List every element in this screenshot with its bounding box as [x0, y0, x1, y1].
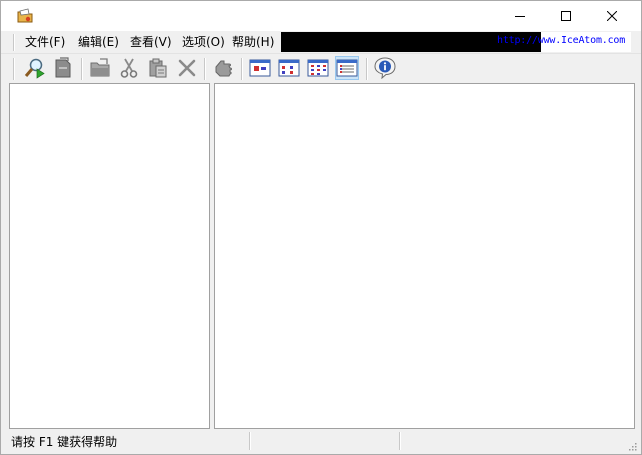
title-bar[interactable] [1, 1, 641, 31]
menu-file[interactable]: 文件(F) [23, 34, 67, 51]
toolbar-separator [366, 58, 368, 80]
small-icons-view-icon [278, 59, 300, 77]
search-icon [24, 58, 45, 79]
small-icons-view-button[interactable] [277, 56, 301, 80]
close-icon [607, 11, 617, 21]
app-window: 文件(F) 编辑(E) 查看(V) 选项(O) 帮助(H) http://www… [0, 0, 642, 455]
delete-button[interactable] [175, 56, 199, 80]
toolbar-grip[interactable] [13, 58, 15, 80]
toolbar [1, 53, 641, 83]
menu-bar: 文件(F) 编辑(E) 查看(V) 选项(O) 帮助(H) http://www… [1, 31, 641, 53]
info-icon [374, 57, 396, 79]
website-link[interactable]: http://www.IceAtom.com [497, 35, 625, 46]
about-button[interactable] [373, 56, 397, 80]
properties-button[interactable] [211, 56, 235, 80]
list-view-button[interactable] [306, 56, 330, 80]
cut-button[interactable] [117, 56, 141, 80]
close-button[interactable] [589, 1, 635, 31]
minimize-button[interactable] [497, 1, 543, 31]
maximize-icon [561, 11, 571, 21]
scissors-icon [120, 58, 138, 78]
menu-help[interactable]: 帮助(H) [230, 34, 276, 51]
maximize-button[interactable] [543, 1, 589, 31]
open-folder-button[interactable] [88, 56, 112, 80]
paste-icon [149, 58, 167, 78]
app-icon[interactable] [17, 8, 33, 24]
menu-view[interactable]: 查看(V) [128, 34, 174, 51]
tree-pane[interactable] [9, 83, 210, 429]
hand-icon [215, 60, 232, 77]
status-bar-divider [399, 432, 401, 450]
details-view-button[interactable] [335, 56, 359, 80]
delete-icon [178, 59, 196, 77]
document-icon [55, 57, 71, 78]
status-bar-divider [249, 432, 251, 450]
list-view-icon [307, 59, 329, 77]
status-bar: 请按 F1 键获得帮助 [1, 430, 641, 454]
resize-grip-icon[interactable] [627, 441, 637, 451]
status-text: 请按 F1 键获得帮助 [11, 435, 118, 449]
large-icons-view-icon [249, 59, 271, 77]
menu-bar-grip[interactable] [13, 34, 15, 51]
minimize-icon [515, 16, 525, 17]
large-icons-view-button[interactable] [248, 56, 272, 80]
toolbar-separator [204, 58, 206, 80]
details-view-icon [336, 59, 358, 77]
folder-icon [90, 58, 110, 77]
list-pane[interactable] [214, 83, 635, 429]
toolbar-separator [81, 58, 83, 80]
menu-edit[interactable]: 编辑(E) [76, 34, 121, 51]
search-button[interactable] [22, 56, 46, 80]
toolbar-separator [241, 58, 243, 80]
document-button[interactable] [51, 56, 75, 80]
paste-button[interactable] [146, 56, 170, 80]
menu-options[interactable]: 选项(O) [180, 34, 227, 51]
